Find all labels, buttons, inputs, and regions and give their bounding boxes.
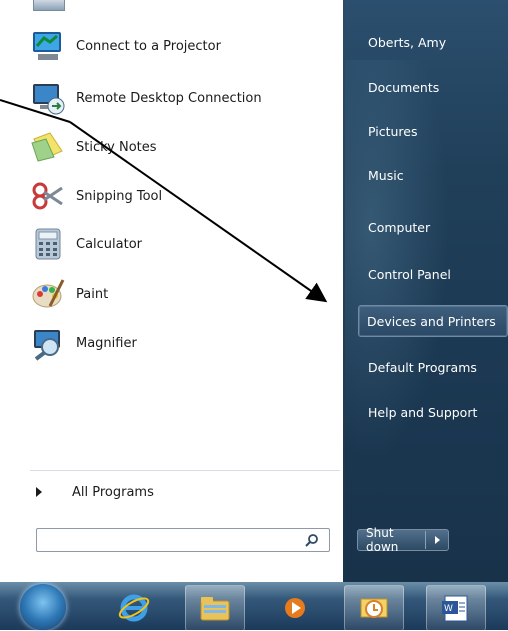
menu-music[interactable]: Music (360, 159, 508, 191)
menu-pictures[interactable]: Pictures (360, 115, 508, 147)
menu-label: Devices and Printers (367, 313, 496, 329)
menu-documents[interactable]: Documents (360, 71, 508, 103)
program-label: Sticky Notes (76, 139, 157, 155)
menu-label: Music (368, 167, 404, 183)
program-label: Calculator (76, 236, 143, 252)
menu-control-panel[interactable]: Control Panel (360, 258, 508, 290)
triangle-right-icon (36, 487, 42, 497)
program-snipping-tool[interactable]: Snipping Tool (30, 174, 330, 218)
menu-help-and-support[interactable]: Help and Support (360, 396, 508, 428)
program-label: Remote Desktop Connection (76, 90, 262, 106)
shutdown-label: Shut down (366, 526, 399, 554)
program-connect-projector[interactable]: Connect to a Projector (30, 24, 330, 68)
magnifier-icon (30, 325, 66, 361)
shutdown-options-button[interactable] (425, 531, 448, 549)
all-programs-label: All Programs (72, 484, 154, 500)
partial-program-icon (33, 0, 65, 11)
program-calculator[interactable]: Calculator (30, 222, 330, 266)
search-input[interactable] (36, 528, 330, 552)
menu-label: Default Programs (368, 359, 477, 375)
outlook-icon[interactable] (344, 585, 404, 631)
menu-label: Pictures (368, 123, 418, 139)
calculator-icon (30, 226, 66, 262)
scissors-icon (30, 178, 66, 214)
paint-palette-icon (30, 276, 66, 312)
program-remote-desktop[interactable]: Remote Desktop Connection (30, 76, 330, 120)
internet-explorer-icon[interactable] (104, 585, 164, 631)
program-label: Magnifier (76, 335, 137, 351)
menu-computer[interactable]: Computer (360, 211, 508, 243)
program-label: Connect to a Projector (76, 38, 221, 54)
menu-devices-and-printers[interactable]: Devices and Printers (358, 305, 508, 337)
menu-label: Control Panel (368, 266, 451, 282)
all-programs-button[interactable]: All Programs (30, 480, 230, 504)
word-icon[interactable]: W (426, 585, 486, 631)
menu-default-programs[interactable]: Default Programs (360, 351, 508, 383)
sticky-notes-icon (30, 129, 66, 165)
chevron-right-icon (434, 536, 440, 544)
program-label: Snipping Tool (76, 188, 163, 204)
menu-label: Oberts, Amy (368, 34, 447, 50)
program-sticky-notes[interactable]: Sticky Notes (30, 125, 330, 169)
start-orb-icon[interactable] (20, 584, 66, 630)
svg-text:W: W (444, 604, 453, 614)
file-explorer-icon[interactable] (185, 585, 245, 631)
projector-icon (30, 28, 66, 64)
program-label: Paint (76, 286, 109, 302)
program-paint[interactable]: Paint (30, 272, 330, 316)
shutdown-button[interactable]: Shut down (357, 526, 449, 554)
menu-separator (30, 470, 340, 471)
program-magnifier[interactable]: Magnifier (30, 321, 330, 365)
search-icon[interactable] (305, 533, 319, 547)
menu-label: Help and Support (368, 404, 478, 420)
remote-desktop-icon (30, 80, 66, 116)
menu-user-name[interactable]: Oberts, Amy (360, 26, 508, 58)
media-player-icon[interactable] (265, 585, 325, 631)
menu-label: Documents (368, 79, 440, 95)
menu-label: Computer (368, 219, 431, 235)
